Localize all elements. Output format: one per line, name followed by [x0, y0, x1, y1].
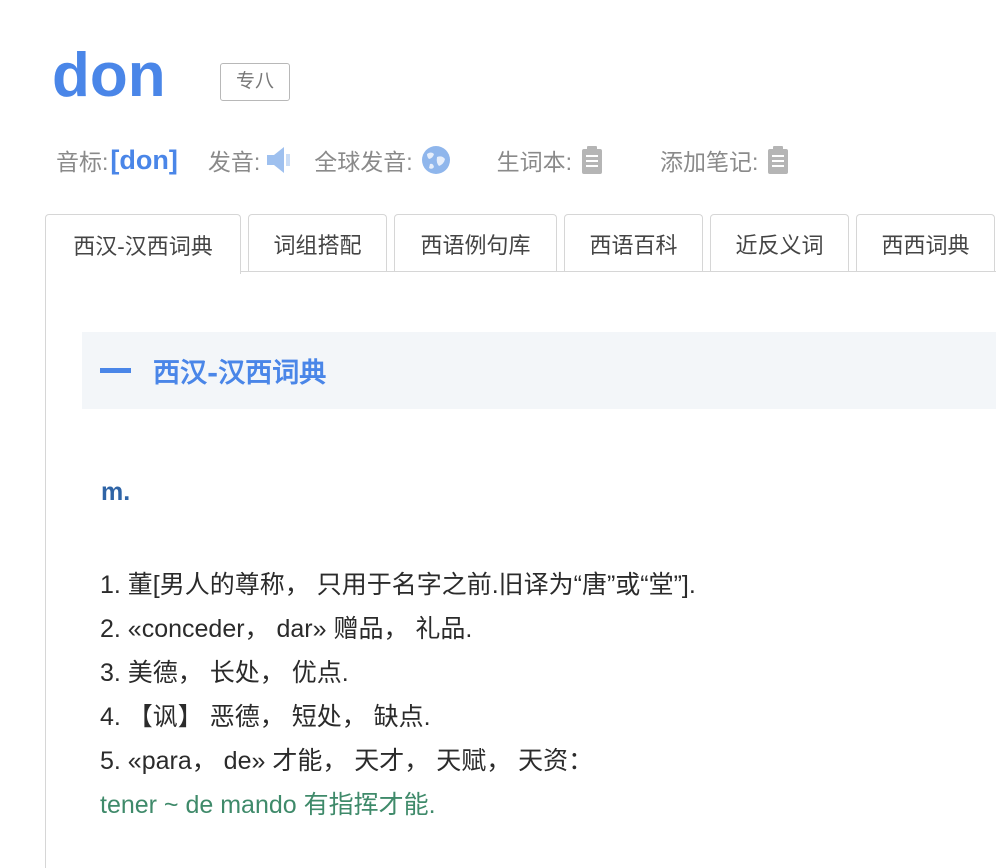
tab-xihan-hanxi[interactable]: 西汉-汉西词典 — [45, 214, 241, 274]
note-icon[interactable] — [766, 145, 790, 175]
dictionary-tabs: 西汉-汉西词典 词组搭配 西语例句库 西语百科 近反义词 西西词典 — [45, 214, 995, 274]
definition-item: 4. 【讽】 恶德， 短处， 缺点. — [100, 703, 431, 731]
tab-example-sentences[interactable]: 西语例句库 — [394, 214, 557, 272]
add-note-label: 添加笔记: — [660, 149, 759, 175]
wordbook-icon[interactable] — [580, 145, 604, 175]
tab-encyclopedia[interactable]: 西语百科 — [564, 214, 703, 272]
part-of-speech: m. — [101, 478, 131, 506]
section-header[interactable]: 西汉-汉西词典 — [82, 332, 996, 409]
phonetic-value: [don] — [110, 144, 178, 175]
wordbook-label: 生词本: — [496, 149, 573, 175]
collapse-icon[interactable] — [100, 368, 131, 373]
section-title: 西汉-汉西词典 — [153, 358, 327, 389]
speaker-icon[interactable] — [266, 145, 292, 175]
definition-item: 3. 美德， 长处， 优点. — [100, 659, 349, 687]
tab-phrases[interactable]: 词组搭配 — [248, 214, 387, 272]
definition-item: 1. 董[男人的尊称， 只用于名字之前.旧译为“唐”或“堂”]. — [100, 571, 696, 599]
panel-border — [45, 272, 46, 868]
globe-icon[interactable] — [421, 145, 451, 175]
phonetic-label: 音标: — [56, 149, 109, 175]
pronounce-label: 发音: — [207, 149, 261, 175]
definition-item: 5. «para， de» 才能， 天才， 天赋， 天资： — [100, 747, 594, 775]
tab-divider — [240, 271, 996, 272]
tab-synonyms[interactable]: 近反义词 — [710, 214, 849, 272]
tab-xixi-dictionary[interactable]: 西西词典 — [856, 214, 995, 272]
definition-item: 2. «conceder， dar» 赠品， 礼品. — [100, 615, 473, 643]
meta-row: 音标: [don] 发音: 全球发音: 生词本: 添加笔记: — [56, 140, 790, 180]
level-badge: 专八 — [220, 63, 290, 101]
global-pronounce-label: 全球发音: — [314, 149, 413, 175]
definition-list: 1. 董[男人的尊称， 只用于名字之前.旧译为“唐”或“堂”]. 2. «con… — [100, 563, 980, 783]
headword: don — [52, 41, 166, 110]
example-sentence: tener ~ de mando 有指挥才能. — [100, 791, 436, 819]
